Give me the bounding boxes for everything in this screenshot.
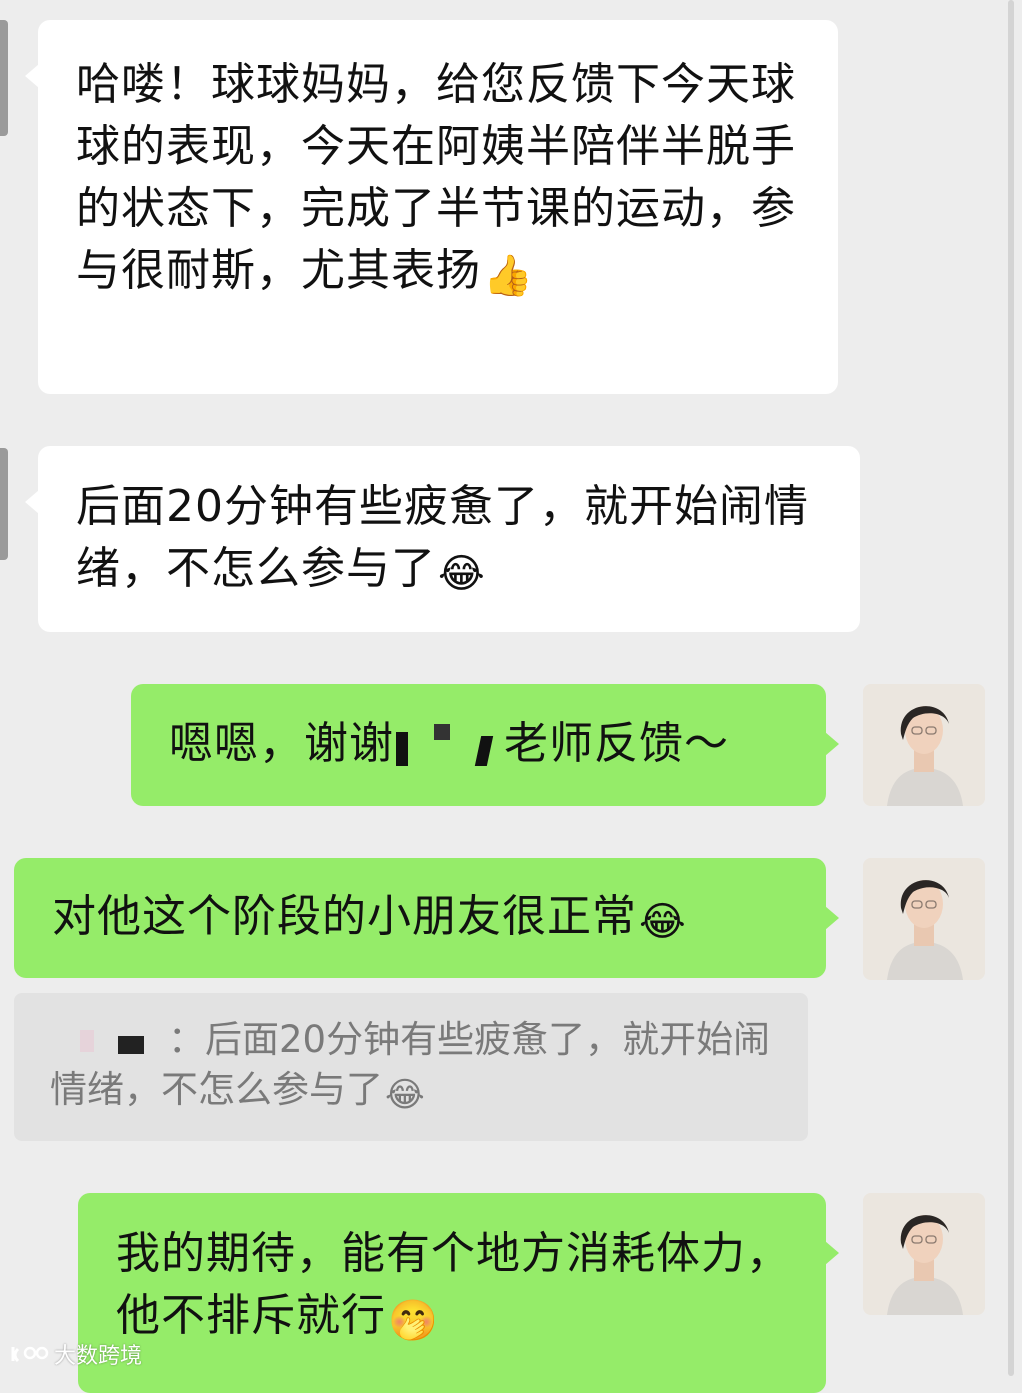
message-bubble-incoming[interactable]: 哈喽！球球妈妈，给您反馈下今天球球的表现，今天在阿姨半陪伴半脱手的状态下，完成了… xyxy=(25,20,838,394)
message-text: 我的期待，能有个地方消耗体力，他不排斥就行🤭 xyxy=(116,1223,806,1352)
message-text: 后面20分钟有些疲惫了，就开始闹情绪，不怎么参与了😂 xyxy=(76,476,830,605)
watermark-text: 大数跨境 xyxy=(54,1344,143,1369)
quote-separator: ： xyxy=(168,1018,205,1061)
message-text: 对他这个阶段的小朋友很正常😂 xyxy=(52,886,806,953)
thumbs-up-icon: 👍 xyxy=(483,253,534,299)
sender-avatar-edge[interactable] xyxy=(0,20,8,136)
message-bubble-incoming[interactable]: 后面20分钟有些疲惫了，就开始闹情绪，不怎么参与了😂 xyxy=(25,446,860,632)
watermark: 大数跨境 xyxy=(10,1338,142,1370)
message-text: 嗯嗯，谢谢 老师反馈～ xyxy=(169,718,729,769)
message-text: 哈喽！球球妈妈，给您反馈下今天球球的表现，今天在阿姨半陪伴半脱手的状态下，完成了… xyxy=(76,54,802,307)
my-avatar[interactable] xyxy=(863,1193,985,1315)
my-avatar[interactable] xyxy=(863,858,985,980)
message-bubble-outgoing[interactable]: 我的期待，能有个地方消耗体力，他不排斥就行🤭 xyxy=(78,1193,839,1393)
message-bubble-outgoing[interactable]: 嗯嗯，谢谢 老师反馈～ xyxy=(131,684,839,806)
my-avatar[interactable] xyxy=(863,684,985,806)
quoted-sender-redacted xyxy=(50,1015,168,1065)
watermark-logo-icon xyxy=(11,1346,49,1363)
sender-avatar-edge[interactable] xyxy=(0,448,8,560)
profile-photo-icon xyxy=(863,858,985,980)
tears-of-joy-icon: 😂 xyxy=(438,551,486,597)
hand-over-mouth-icon: 🤭 xyxy=(388,1298,439,1344)
profile-photo-icon xyxy=(863,684,985,806)
tears-of-joy-icon: 😂 xyxy=(385,1075,425,1115)
redacted-name xyxy=(394,718,504,766)
scrollbar[interactable] xyxy=(1008,0,1014,1376)
message-bubble-outgoing[interactable]: 对他这个阶段的小朋友很正常😂 xyxy=(14,858,839,978)
tears-of-joy-icon: 😂 xyxy=(639,899,687,945)
quoted-message[interactable]: ：后面20分钟有些疲惫了，就开始闹情绪，不怎么参与了😂 xyxy=(14,993,808,1141)
profile-photo-icon xyxy=(863,1193,985,1315)
